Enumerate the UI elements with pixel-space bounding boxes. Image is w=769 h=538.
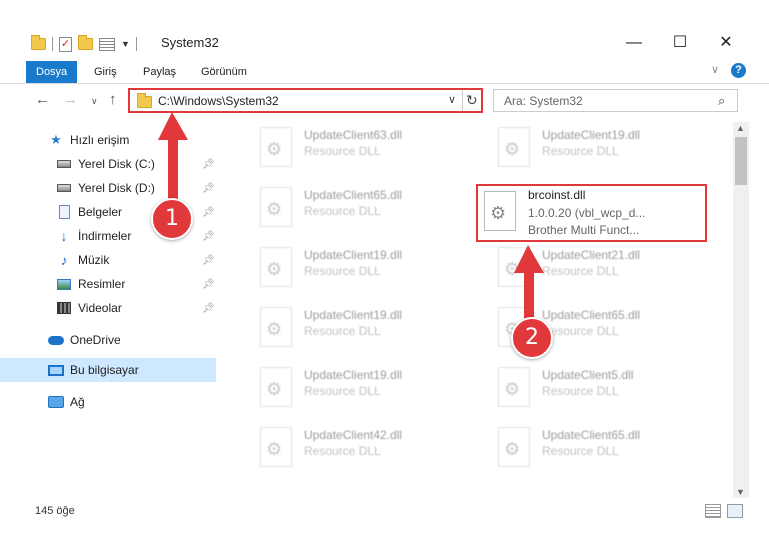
step-2-badge: 2	[511, 317, 553, 359]
step-1-badge: 1	[151, 198, 193, 240]
arrow-1-icon	[158, 112, 188, 205]
arrow-2-icon	[514, 245, 544, 325]
annotation-arrows	[158, 112, 544, 325]
